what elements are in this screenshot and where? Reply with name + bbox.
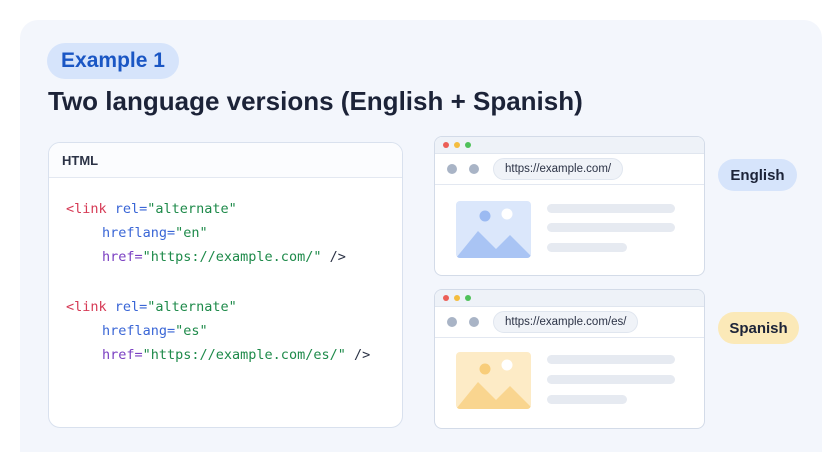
forward-icon [469,164,479,174]
code-string: "https://example.com/" [142,249,322,265]
code-line: <link rel="alternate" [66,299,237,315]
url-bar: https://example.com/es/ [493,311,639,333]
code-attr: href= [102,249,143,265]
maximize-dot-icon [465,295,471,301]
text-placeholder [547,243,627,252]
close-dot-icon [443,142,449,148]
browser-navbar: https://example.com/ [435,154,704,185]
page-title: Two language versions (English + Spanish… [48,86,583,116]
code-tag: <link [66,201,107,217]
code-panel-title: HTML [49,143,402,178]
minimize-dot-icon [454,142,460,148]
back-icon [447,164,457,174]
text-placeholder [547,223,675,232]
text-placeholder [547,204,675,213]
code-line: href="https://example.com/es/" /> [102,347,370,363]
code-tag: <link [66,299,107,315]
code-string: "alternate" [147,299,237,315]
url-bar: https://example.com/ [493,158,624,180]
code-attr: hreflang= [102,225,176,241]
code-panel: HTML <link rel="alternate" hreflang="en"… [48,142,403,428]
browser-navbar: https://example.com/es/ [435,307,704,338]
minimize-dot-icon [454,295,460,301]
language-badge-english: English [718,159,797,191]
image-placeholder-icon [456,201,531,258]
text-placeholder [547,375,675,384]
code-line: <link rel="alternate" [66,201,237,217]
code-attr: href= [102,347,143,363]
code-string: "en" [175,225,208,241]
code-close: /> [345,347,371,363]
code-string: "es" [175,323,208,339]
code-attr: rel= [114,299,148,315]
example-badge: Example 1 [47,43,179,79]
code-attr: hreflang= [102,323,176,339]
code-attr: rel= [114,201,148,217]
browser-window-spanish: https://example.com/es/ [434,289,705,429]
browser-titlebar [435,137,704,154]
text-placeholder [547,355,675,364]
forward-icon [469,317,479,327]
browser-titlebar [435,290,704,307]
language-badge-spanish: Spanish [718,312,799,344]
code-string: "alternate" [147,201,237,217]
code-line: hreflang="en" [102,225,208,241]
maximize-dot-icon [465,142,471,148]
back-icon [447,317,457,327]
close-dot-icon [443,295,449,301]
code-line: href="https://example.com/" /> [102,249,346,265]
code-close: /> [321,249,346,265]
text-placeholder [547,395,627,404]
code-line: hreflang="es" [102,323,208,339]
code-string: "https://example.com/es/" [142,347,346,363]
image-placeholder-icon [456,352,531,409]
browser-window-english: https://example.com/ [434,136,705,276]
